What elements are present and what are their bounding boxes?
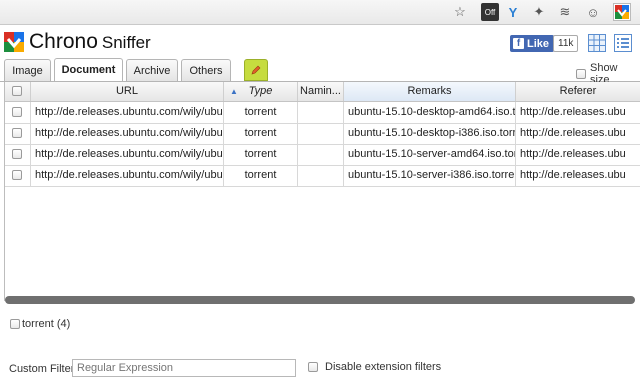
like-count: 11k — [553, 35, 579, 52]
brand-main: Chrono — [29, 30, 98, 53]
sort-ascending-icon: ▲ — [230, 87, 238, 96]
table-row[interactable]: http://de.releases.ubuntu.com/wily/ubu..… — [5, 165, 640, 187]
column-naming[interactable]: Namin... — [298, 82, 344, 101]
naming-cell[interactable] — [298, 144, 344, 165]
row-select-cell[interactable] — [5, 165, 31, 186]
app-title: Chrono Sniffer — [29, 30, 151, 54]
remarks-cell[interactable]: ubuntu-15.10-desktop-amd64.iso.t... — [344, 102, 516, 123]
type-filter-checkbox[interactable] — [10, 319, 20, 329]
column-type[interactable]: ▲ Type — [224, 82, 298, 101]
column-referer[interactable]: Referer — [516, 82, 640, 101]
column-type-label: Type — [248, 85, 273, 97]
remarks-cell[interactable]: ubuntu-15.10-server-i386.iso.torrent — [344, 165, 516, 186]
referer-cell[interactable]: http://de.releases.ubu — [516, 123, 640, 144]
row-checkbox[interactable] — [12, 128, 22, 138]
type-filter-label: torrent (4) — [22, 318, 71, 330]
extension-ghost-icon[interactable]: ☺ — [584, 3, 602, 21]
facebook-like-button[interactable]: f Like — [510, 35, 555, 52]
remarks-cell[interactable]: ubuntu-15.10-server-amd64.iso.torr... — [344, 144, 516, 165]
extension-layers-icon[interactable]: ≋ — [556, 3, 574, 21]
type-cell: torrent — [224, 102, 298, 123]
referer-cell[interactable]: http://de.releases.ubu — [516, 144, 640, 165]
disable-extension-filters-label: Disable extension filters — [325, 361, 442, 373]
table-header: URL ▲ Type Namin... Remarks Referer — [5, 82, 640, 102]
select-all-header[interactable] — [5, 82, 31, 101]
pencil-icon — [251, 65, 261, 75]
horizontal-scrollbar[interactable] — [5, 296, 635, 304]
chrono-extension-icon[interactable] — [613, 3, 631, 21]
downloads-table: URL ▲ Type Namin... Remarks Referer http:… — [4, 82, 640, 301]
grid-view-icon[interactable] — [587, 33, 607, 53]
type-filter-option[interactable]: torrent (4) — [10, 318, 70, 330]
url-cell[interactable]: http://de.releases.ubuntu.com/wily/ubu..… — [31, 144, 224, 165]
tab-archive[interactable]: Archive — [126, 59, 178, 81]
table-row[interactable]: http://de.releases.ubuntu.com/wily/ubu..… — [5, 123, 640, 145]
tab-others[interactable]: Others — [181, 59, 231, 81]
extension-plug-icon[interactable]: ✦ — [530, 3, 548, 21]
browser-extension-bar: ☆ Off Y ✦ ≋ ☺ — [0, 0, 640, 25]
bookmark-star-icon[interactable]: ☆ — [451, 3, 469, 21]
facebook-icon: f — [513, 38, 524, 49]
column-remarks[interactable]: Remarks — [344, 82, 516, 101]
tab-image[interactable]: Image — [4, 59, 51, 81]
tab-document[interactable]: Document — [54, 58, 123, 81]
extension-off-icon[interactable]: Off — [481, 3, 499, 21]
custom-filter-label: Custom Filter — [9, 363, 75, 375]
url-cell[interactable]: http://de.releases.ubuntu.com/wily/ubu..… — [31, 102, 224, 123]
referer-cell[interactable]: http://de.releases.ubu — [516, 102, 640, 123]
column-url[interactable]: URL — [31, 82, 224, 101]
naming-cell[interactable] — [298, 123, 344, 144]
extension-y-icon[interactable]: Y — [504, 3, 522, 21]
remarks-cell[interactable]: ubuntu-15.10-desktop-i386.iso.torr... — [344, 123, 516, 144]
referer-cell[interactable]: http://de.releases.ubu — [516, 165, 640, 186]
select-all-checkbox[interactable] — [12, 86, 22, 96]
disable-extension-filters-option[interactable]: Disable extension filters — [308, 361, 441, 373]
type-cell: torrent — [224, 144, 298, 165]
type-cell: torrent — [224, 165, 298, 186]
row-select-cell[interactable] — [5, 144, 31, 165]
row-checkbox[interactable] — [12, 149, 22, 159]
disable-extension-filters-checkbox[interactable] — [308, 362, 318, 372]
row-checkbox[interactable] — [12, 107, 22, 117]
like-label: Like — [527, 37, 550, 50]
table-row[interactable]: http://de.releases.ubuntu.com/wily/ubu..… — [5, 144, 640, 166]
row-select-cell[interactable] — [5, 102, 31, 123]
brand-sub: Sniffer — [101, 33, 151, 52]
type-cell: torrent — [224, 123, 298, 144]
custom-filter-input[interactable] — [72, 359, 296, 377]
show-size-checkbox[interactable] — [576, 69, 586, 79]
naming-cell[interactable] — [298, 165, 344, 186]
edit-tabs-button[interactable] — [244, 59, 268, 81]
url-cell[interactable]: http://de.releases.ubuntu.com/wily/ubu..… — [31, 165, 224, 186]
row-checkbox[interactable] — [12, 170, 22, 180]
list-view-icon[interactable] — [613, 33, 633, 53]
naming-cell[interactable] — [298, 102, 344, 123]
url-cell[interactable]: http://de.releases.ubuntu.com/wily/ubu..… — [31, 123, 224, 144]
chrono-logo-icon — [4, 32, 24, 52]
table-row[interactable]: http://de.releases.ubuntu.com/wily/ubu..… — [5, 102, 640, 124]
row-select-cell[interactable] — [5, 123, 31, 144]
